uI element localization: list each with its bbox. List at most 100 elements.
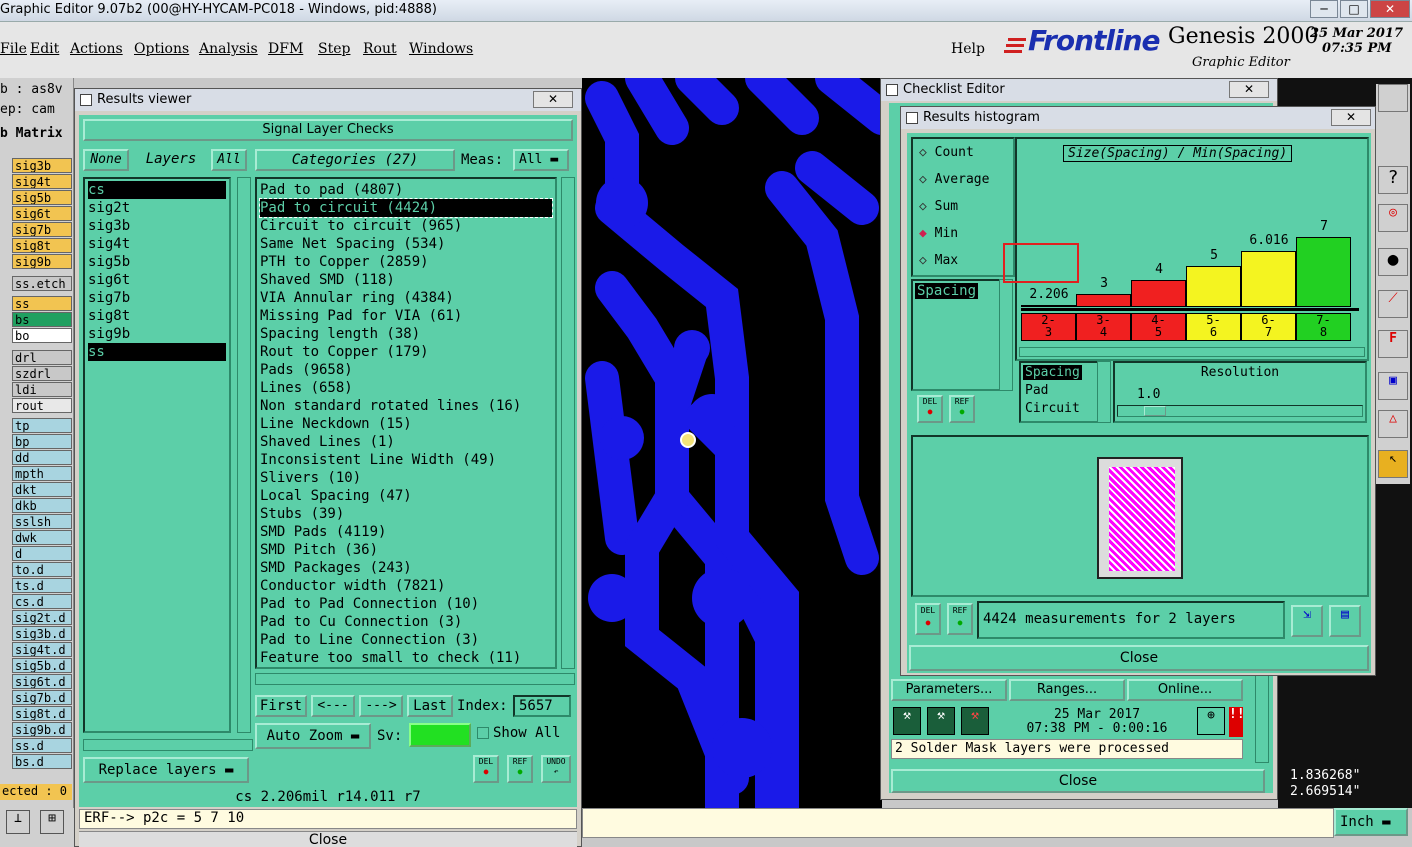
layer-list-item[interactable]: sig5b	[88, 253, 226, 271]
last-button[interactable]: Last	[407, 695, 453, 717]
layer-row[interactable]: ts.d	[12, 578, 72, 593]
menu-options[interactable]: Options	[134, 41, 189, 57]
menu-analysis[interactable]: Analysis	[199, 41, 258, 57]
layer-list-item[interactable]: sig7b	[88, 289, 226, 307]
toolbar-icon-3[interactable]: ⟋	[1378, 290, 1408, 318]
category-item[interactable]: Pad to Pad Connection (10)	[260, 595, 479, 613]
toolbar-icon-1[interactable]	[1378, 84, 1408, 112]
layer-row[interactable]: sig6t.d	[12, 674, 72, 689]
layer-row[interactable]: ss.etch	[12, 276, 72, 291]
layer-row[interactable]: drl	[12, 350, 72, 365]
histogram-close-button[interactable]: Close	[909, 645, 1369, 671]
menu-edit[interactable]: Edit	[30, 41, 59, 57]
category-item[interactable]: Shaved SMD (118)	[260, 271, 395, 289]
layer-row[interactable]: szdrl	[12, 366, 72, 381]
results-close-button[interactable]: Close	[79, 831, 577, 847]
histogram-bar[interactable]	[1241, 251, 1296, 307]
layer-row[interactable]: dkb	[12, 498, 72, 513]
toolbar-icon-4[interactable]: F	[1378, 330, 1408, 358]
online-button[interactable]: Online...	[1127, 679, 1243, 701]
menu-actions[interactable]: Actions	[70, 41, 123, 57]
list-item-spacing[interactable]: Spacing	[915, 283, 979, 299]
layer-row[interactable]: sig3b	[12, 158, 72, 173]
layer-list-item[interactable]: sig3b	[88, 217, 226, 235]
minimize-button[interactable]: ─	[1310, 0, 1338, 18]
layer-list-item[interactable]: sig8t	[88, 307, 226, 325]
toolbar-icon-7[interactable]: ↖	[1378, 450, 1408, 478]
category-item[interactable]: PTH to Copper (2859)	[260, 253, 429, 271]
category-item[interactable]: Pads (9658)	[260, 361, 353, 379]
resolution-slider-thumb[interactable]	[1144, 406, 1166, 416]
category-item[interactable]: SMD Packages (243)	[260, 559, 412, 577]
layer-row[interactable]: bs.d	[12, 754, 72, 769]
layer-list-item[interactable]: cs	[88, 181, 226, 199]
layer-row[interactable]: sig4t	[12, 174, 72, 189]
menu-help[interactable]: Help	[951, 41, 985, 57]
layer-row[interactable]: dkt	[12, 482, 72, 497]
category-item[interactable]: Line Neckdown (15)	[260, 415, 412, 433]
layer-row[interactable]: tp	[12, 418, 72, 433]
command-line[interactable]	[582, 808, 1334, 838]
categories-scrollbar[interactable]	[561, 177, 575, 669]
mode-radio-average[interactable]: ◇ Average	[919, 172, 989, 187]
layer-list-item[interactable]: sig2t	[88, 199, 226, 217]
layer-row[interactable]: bs	[12, 312, 72, 327]
mode-radio-min[interactable]: ◆ Min	[919, 226, 958, 241]
layer-row[interactable]: ss.d	[12, 738, 72, 753]
layer-row[interactable]: sig9b.d	[12, 722, 72, 737]
menu-dfm[interactable]: DFM	[268, 41, 303, 57]
layer-row[interactable]: sig8t.d	[12, 706, 72, 721]
parameters-button[interactable]: Parameters...	[891, 679, 1007, 701]
menu-file[interactable]: File	[0, 41, 27, 57]
category-item[interactable]: Slivers (10)	[260, 469, 361, 487]
layer-row[interactable]: sig7b.d	[12, 690, 72, 705]
meas-dropdown[interactable]: All ▬	[513, 149, 569, 171]
histogram-bar[interactable]	[1021, 305, 1076, 307]
sv-color-dropdown[interactable]	[409, 723, 471, 747]
histogram-list-scrollbar[interactable]	[999, 279, 1013, 391]
layer-list-item[interactable]: sig9b	[88, 325, 226, 343]
all-button[interactable]: All	[211, 149, 247, 171]
layer-row[interactable]: ldi	[12, 382, 72, 397]
categories-hscrollbar[interactable]	[255, 673, 575, 685]
checklist-close-icon[interactable]: ✕	[1229, 81, 1269, 98]
checklist-titlebar[interactable]: Checklist Editor	[881, 79, 1277, 101]
categories-list[interactable]: Pad to pad (4807) Pad to circuit (4424) Ci…	[255, 177, 557, 669]
layer-row[interactable]: sig8t	[12, 238, 72, 253]
layer-row[interactable]: dd	[12, 450, 72, 465]
prev-button[interactable]: <---	[311, 695, 355, 717]
layers-hscrollbar[interactable]	[83, 739, 253, 751]
category-item[interactable]: Feature too small to check (11)	[260, 649, 521, 667]
layers-scrollbar[interactable]	[237, 177, 251, 733]
layer-row[interactable]: ss	[12, 296, 72, 311]
histogram-bar[interactable]	[1186, 266, 1241, 307]
category-item[interactable]: Same Net Spacing (534)	[260, 235, 445, 253]
layer-list-item[interactable]: sig6t	[88, 271, 226, 289]
layers-list[interactable]: cs sig2t sig3b sig4t sig5b sig6t sig7b sig8t sig…	[83, 177, 231, 733]
tool-icon-a[interactable]: ⟂	[6, 810, 30, 834]
results-viewer-close-icon[interactable]: ✕	[533, 91, 573, 108]
category-item[interactable]: Pad to Cu Connection (3)	[260, 613, 462, 631]
none-button[interactable]: None	[83, 149, 129, 171]
ref-button[interactable]: REF ●	[507, 755, 533, 783]
layer-row[interactable]: cs.d	[12, 594, 72, 609]
histogram-close-icon[interactable]: ✕	[1331, 109, 1371, 126]
category-item[interactable]: Missing Pad for VIA (61)	[260, 307, 462, 325]
histogram-titlebar[interactable]: Results histogram	[901, 107, 1375, 129]
ranges-button[interactable]: Ranges...	[1009, 679, 1125, 701]
category-item[interactable]: Circuit to circuit (965)	[260, 217, 462, 235]
category-item[interactable]: Local Spacing (47)	[260, 487, 412, 505]
category-item[interactable]: Pad to pad (4807)	[260, 181, 403, 199]
units-dropdown[interactable]: Inch ▬	[1334, 808, 1408, 836]
histogram-bar[interactable]	[1131, 280, 1186, 307]
replace-layers-dropdown[interactable]: Replace layers ▬	[83, 757, 249, 783]
index-input[interactable]: 5657	[513, 695, 571, 717]
layer-row[interactable]: bp	[12, 434, 72, 449]
category-item[interactable]: Shaved Lines (1)	[260, 433, 395, 451]
category-item[interactable]: Non standard rotated lines (16)	[260, 397, 521, 415]
layer-row[interactable]: mpth	[12, 466, 72, 481]
close-button[interactable]: ✕	[1370, 0, 1410, 18]
category-item[interactable]: Pad to Line Connection (3)	[260, 631, 479, 649]
preview-del-button[interactable]: DEL ●	[915, 603, 941, 635]
matrix-button[interactable]: b Matrix	[0, 126, 63, 141]
